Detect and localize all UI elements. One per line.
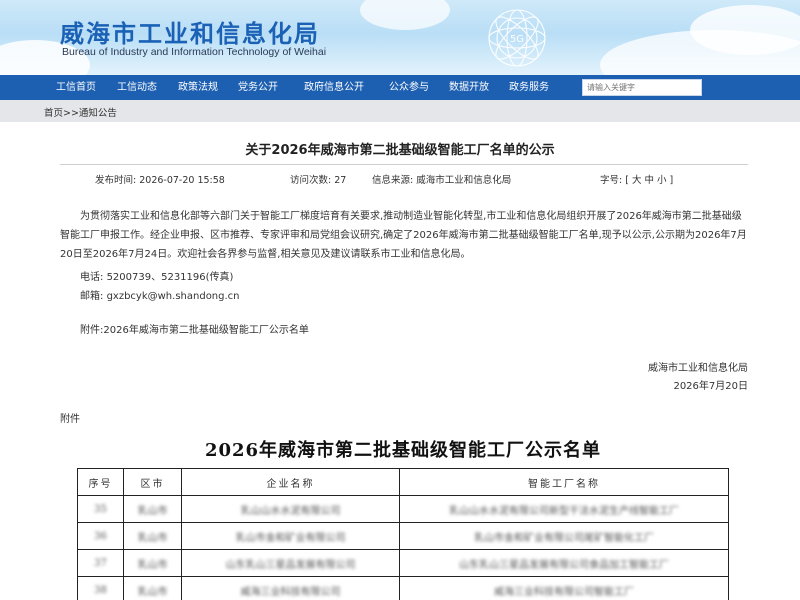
emblem-label: 5G [510, 34, 524, 45]
attachment-label: 附件 [60, 414, 80, 425]
nav-item-open-data[interactable]: 数据开放 [449, 75, 489, 100]
nav-item-news[interactable]: 工信动态 [117, 75, 157, 100]
font-size-options[interactable]: [ 大 中 小 ] [625, 175, 673, 186]
contact-phone: 电话: 5200739、5231196(传真) [80, 268, 233, 283]
email-label: 邮箱: [80, 291, 104, 302]
site-subtitle-en: Bureau of Industry and Information Techn… [62, 46, 327, 58]
contact-email: 邮箱: gxzbcyk@wh.shandong.cn [80, 287, 240, 302]
table-header-row: 序号 区市 企业名称 智能工厂名称 [77, 468, 729, 496]
info-source: 信息来源: 威海市工业和信息化局 [372, 172, 511, 186]
factory-list-table: 序号 区市 企业名称 智能工厂名称 35 乳山市 乳山山水水泥有限公司 乳山山水… [77, 468, 729, 600]
nav-item-policy[interactable]: 政策法规 [178, 75, 218, 100]
info-source-value: 威海市工业和信息化局 [416, 175, 512, 186]
article-title: 关于2026年威海市第二批基础级智能工厂名单的公示 [245, 143, 555, 158]
table-cell: 乳山市金和矿业有限公司尾矿智能化工厂 [399, 522, 729, 550]
email-value[interactable]: gxzbcyk@wh.shandong.cn [107, 291, 240, 302]
table-cell: 36 [77, 522, 124, 550]
table-row: 37 乳山市 山东乳山三星品发展有限公司 山东乳山三星品发展有限公司食品加工智能… [77, 549, 729, 577]
column-header: 智能工厂名称 [399, 468, 729, 496]
table-row: 35 乳山市 乳山山水水泥有限公司 乳山山水水泥有限公司新型干法水泥生产线智能工… [77, 495, 729, 523]
breadcrumb[interactable]: 首页>>通知公告 [44, 105, 117, 119]
table-cell: 威海三业科技有限公司智能工厂 [399, 576, 729, 600]
table-cell: 乳山市 [123, 549, 182, 577]
article-body-text: 为贯彻落实工业和信息化部等六部门关于智能工厂梯度培育有关要求,推动制造业智能化转… [60, 211, 747, 260]
table-cell: 乳山市 [123, 522, 182, 550]
table-cell: 山东乳山三星品发展有限公司食品加工智能工厂 [399, 549, 729, 577]
column-header: 企业名称 [181, 468, 400, 496]
table-cell: 38 [77, 576, 124, 600]
table-cell: 37 [77, 549, 124, 577]
nav-item-public[interactable]: 公众参与 [389, 75, 429, 100]
title-divider [60, 164, 748, 165]
attachment-link[interactable]: 附件:2026年威海市第二批基础级智能工厂公示名单 [80, 321, 309, 336]
site-banner: 威海市工业和信息化局 Bureau of Industry and Inform… [0, 0, 800, 75]
cloud-decoration [360, 0, 450, 30]
globe-5g-icon: 5G [488, 9, 546, 67]
table-row: 36 乳山市 乳山市金和矿业有限公司 乳山市金和矿业有限公司尾矿智能化工厂 [77, 522, 729, 550]
table-cell: 乳山市金和矿业有限公司 [181, 522, 400, 550]
font-size-label: 字号: [600, 175, 623, 186]
table-cell: 乳山山水水泥有限公司新型干法水泥生产线智能工厂 [399, 495, 729, 523]
column-header: 序号 [77, 468, 124, 496]
signature-date: 2026年7月20日 [673, 381, 748, 392]
column-header: 区市 [123, 468, 182, 496]
article-body: 为贯彻落实工业和信息化部等六部门关于智能工厂梯度培育有关要求,推动制造业智能化转… [60, 207, 750, 264]
table-cell: 山东乳山三星品发展有限公司 [181, 549, 400, 577]
table-row: 38 乳山市 威海三业科技有限公司 威海三业科技有限公司智能工厂 [77, 576, 729, 600]
attachment-table-title: 2026年威海市第二批基础级智能工厂公示名单 [204, 440, 602, 461]
font-size-control: 字号: [ 大 中 小 ] [600, 172, 673, 186]
visit-count-label: 访问次数: [290, 175, 332, 186]
cloud-decoration [690, 5, 800, 55]
table-cell: 乳山山水水泥有限公司 [181, 495, 400, 523]
search-input[interactable] [582, 79, 702, 96]
table-cell: 乳山市 [123, 495, 182, 523]
nav-item-services[interactable]: 政务服务 [509, 75, 549, 100]
breadcrumb-bar: 首页>>通知公告 [0, 100, 800, 122]
phone-value: 5200739、5231196(传真) [106, 272, 234, 283]
info-source-label: 信息来源: [372, 175, 414, 186]
publish-time: 发布时间: 2026-07-20 15:58 [95, 172, 225, 186]
table-cell: 乳山市 [123, 576, 182, 600]
nav-item-home[interactable]: 工信首页 [56, 75, 96, 100]
nav-item-party-affairs[interactable]: 党务公开 [238, 75, 278, 100]
table-cell: 35 [77, 495, 124, 523]
visit-count-value: 27 [334, 175, 347, 186]
table-cell: 威海三业科技有限公司 [181, 576, 400, 600]
attachment-image: 2026年威海市第二批基础级智能工厂公示名单 序号 区市 企业名称 智能工厂名称… [77, 434, 729, 600]
nav-item-gov-info[interactable]: 政府信息公开 [304, 75, 364, 100]
main-nav: 工信首页 工信动态 政策法规 党务公开 政府信息公开 公众参与 数据开放 政务服… [0, 75, 800, 100]
phone-label: 电话: [80, 272, 104, 283]
visit-count: 访问次数: 27 [290, 172, 346, 186]
publish-time-label: 发布时间: [95, 175, 137, 186]
publish-time-value: 2026-07-20 15:58 [139, 175, 225, 186]
signature-org: 威海市工业和信息化局 [648, 363, 748, 374]
site-title[interactable]: 威海市工业和信息化局 [60, 14, 320, 49]
